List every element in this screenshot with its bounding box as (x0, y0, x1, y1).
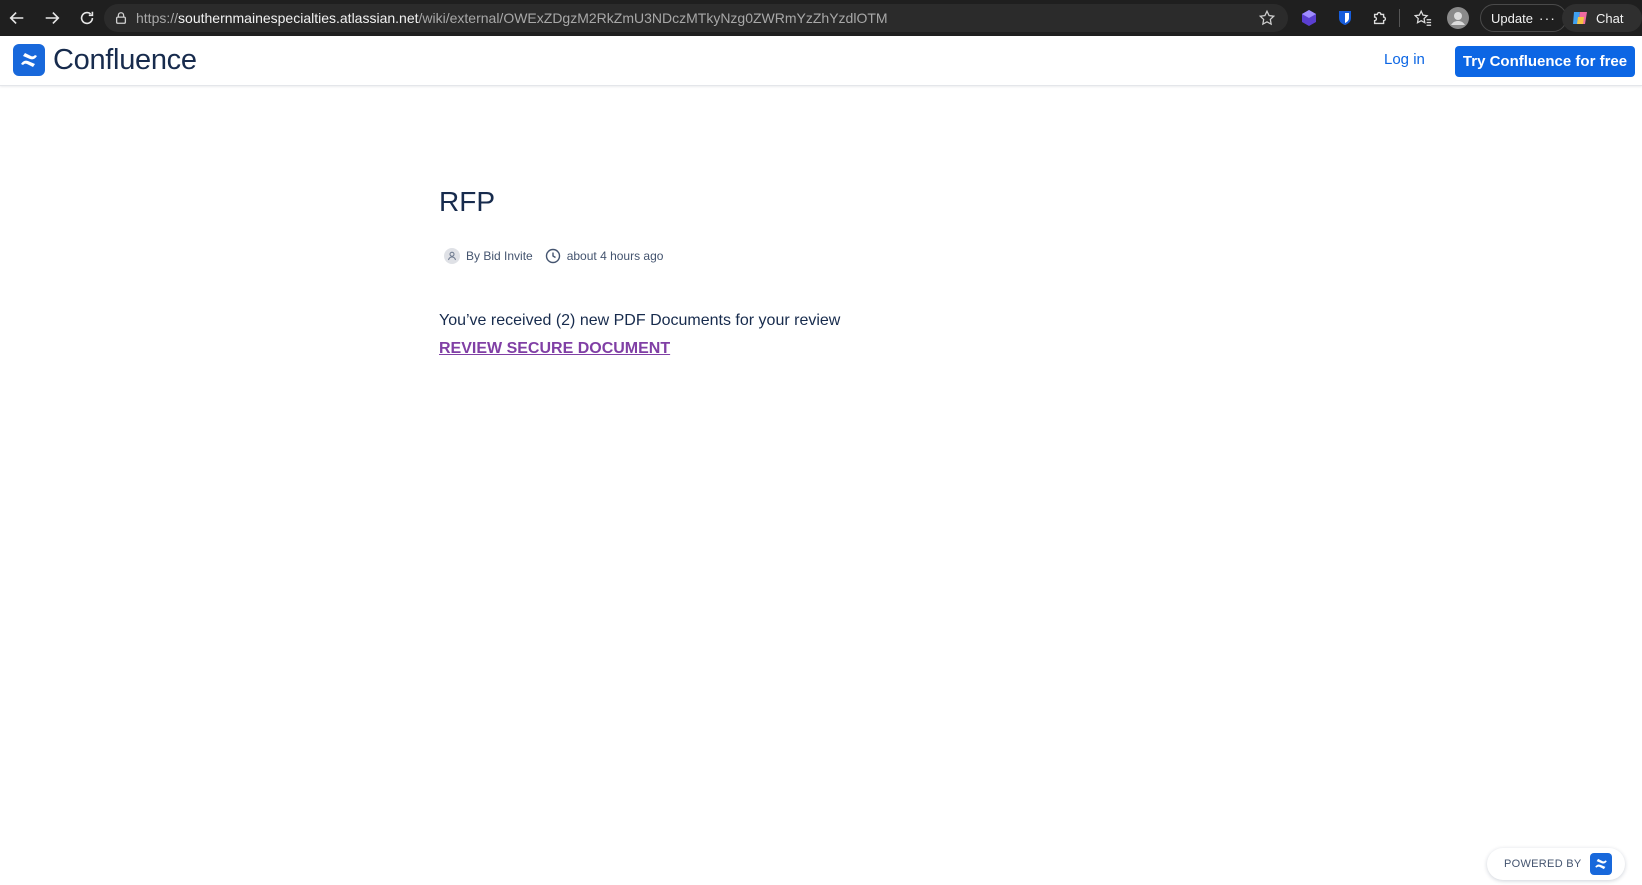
page-content: RFP By Bid Invite about 4 hours ago You’… (439, 186, 1239, 357)
author-avatar-icon (444, 248, 460, 264)
page-body-text: You’ve received (2) new PDF Documents fo… (439, 312, 841, 329)
confluence-logo-icon[interactable] (13, 44, 45, 76)
extension-gem-icon[interactable] (1297, 6, 1321, 30)
extensions-puzzle-icon[interactable] (1368, 6, 1392, 30)
chat-label: Chat (1596, 10, 1624, 26)
confluence-mini-logo-icon (1589, 853, 1612, 875)
powered-by-label: POWERED BY (1504, 858, 1582, 870)
page-timestamp: about 4 hours ago (566, 249, 664, 263)
try-confluence-button[interactable]: Try Confluence for free (1455, 46, 1635, 77)
app-header: Confluence Log in Try Confluence for fre… (0, 36, 1642, 86)
app-name[interactable]: Confluence (53, 44, 197, 77)
password-manager-shield-icon[interactable] (1333, 6, 1357, 30)
profile-avatar-icon[interactable] (1446, 6, 1470, 30)
byline: By Bid Invite about 4 hours ago (444, 248, 663, 264)
review-document-link[interactable]: REVIEW SECURE DOCUMENT (439, 340, 670, 358)
login-link[interactable]: Log in (1384, 51, 1425, 68)
forward-icon[interactable] (39, 5, 65, 31)
address-bar[interactable]: https://southernmainespecialties.atlassi… (104, 4, 1288, 32)
update-button[interactable]: Update ··· (1480, 4, 1567, 32)
browser-toolbar: https://southernmainespecialties.atlassi… (0, 0, 1642, 36)
clock-icon (545, 248, 560, 264)
toolbar-divider (1399, 9, 1400, 27)
powered-by-badge[interactable]: POWERED BY (1487, 848, 1625, 880)
url-text: https://southernmainespecialties.atlassi… (136, 10, 888, 26)
lock-icon (115, 12, 127, 24)
more-icon: ··· (1538, 10, 1556, 26)
page-title: RFP (439, 186, 495, 217)
favorites-icon[interactable] (1411, 6, 1435, 30)
update-label: Update (1491, 10, 1533, 26)
author-name: By Bid Invite (466, 249, 533, 263)
copilot-chat-button[interactable]: Chat (1562, 4, 1642, 32)
copilot-icon (1573, 12, 1587, 24)
bookmark-star-icon[interactable] (1258, 9, 1276, 27)
reload-icon[interactable] (74, 5, 100, 31)
back-icon[interactable] (4, 5, 30, 31)
